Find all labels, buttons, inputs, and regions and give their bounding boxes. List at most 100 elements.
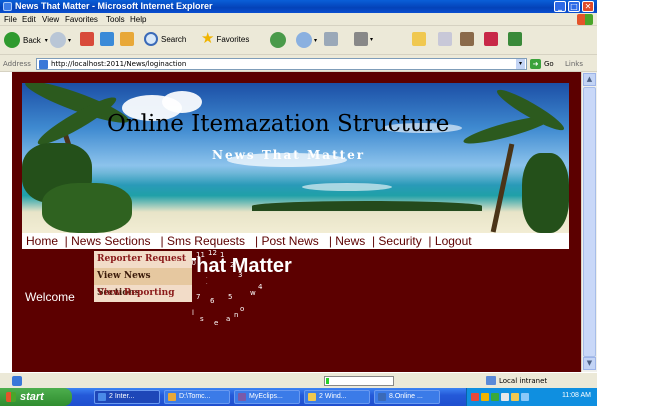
toolbar-addon-button[interactable] bbox=[484, 32, 498, 46]
edit-icon bbox=[354, 32, 368, 46]
site-subtitle: News That Matter bbox=[212, 148, 366, 162]
task-tomcat[interactable]: D:\Tomc... bbox=[164, 390, 230, 404]
clock-digit: 6 bbox=[210, 297, 215, 305]
site-title: Online Itemazation Structure bbox=[107, 111, 450, 137]
nav-news-sections[interactable]: News Sections bbox=[71, 234, 150, 248]
chevron-down-icon: ▾ bbox=[370, 36, 374, 43]
tray-icon[interactable] bbox=[521, 393, 529, 401]
menu-favorites[interactable]: Favorites bbox=[65, 15, 98, 24]
print-button[interactable] bbox=[324, 32, 338, 46]
title-bar[interactable]: News That Matter - Microsoft Internet Ex… bbox=[0, 0, 597, 13]
addon-icon bbox=[484, 32, 498, 46]
task-label: 2 Inter... bbox=[109, 393, 135, 400]
links-button[interactable]: Links bbox=[565, 60, 583, 68]
clock-digit: 7 bbox=[196, 293, 201, 301]
toolbar-extra-button[interactable] bbox=[508, 32, 522, 46]
edit-button[interactable]: ▾ bbox=[354, 32, 373, 46]
nav-sms-requests[interactable]: Sms Requests bbox=[167, 234, 245, 248]
favorites-button[interactable]: ★ Favorites bbox=[201, 30, 249, 47]
history-button[interactable] bbox=[270, 32, 286, 48]
close-button[interactable]: ✕ bbox=[582, 1, 594, 12]
news-sections-dropdown: Reporter Request View News Sections View… bbox=[94, 251, 192, 302]
menu-file[interactable]: File bbox=[4, 15, 17, 24]
tray-icon[interactable] bbox=[491, 393, 499, 401]
task-windows[interactable]: 2 Wind... bbox=[304, 390, 370, 404]
mail-button[interactable]: ▾ bbox=[296, 32, 317, 48]
clock-center: · · · · bbox=[206, 263, 208, 287]
nav-news[interactable]: News bbox=[335, 234, 365, 248]
mail-icon bbox=[296, 32, 312, 48]
chevron-down-icon: ▾ bbox=[68, 37, 72, 44]
refresh-button[interactable] bbox=[100, 32, 114, 46]
task-myeclipse[interactable]: MyEclips... bbox=[234, 390, 300, 404]
minimize-button[interactable]: _ bbox=[554, 1, 566, 12]
dropdown-item-reporter-request[interactable]: Reporter Request bbox=[94, 251, 192, 268]
ie-app-icon bbox=[3, 2, 12, 11]
clock-digit: w bbox=[250, 289, 256, 297]
scroll-up-icon[interactable]: ▲ bbox=[583, 73, 596, 86]
taskbar-clock: 11:08 AM bbox=[561, 392, 591, 399]
nav-separator: | bbox=[150, 234, 167, 248]
forward-button[interactable]: ▾ bbox=[50, 32, 71, 48]
go-arrow-icon[interactable]: ➜ bbox=[530, 59, 541, 69]
start-button[interactable]: start bbox=[0, 388, 72, 406]
main-nav: Home | News Sections | Sms Requests | Po… bbox=[22, 233, 569, 249]
folder-icon bbox=[412, 32, 426, 46]
research-button[interactable] bbox=[438, 32, 452, 46]
clock-digit: 11 bbox=[196, 251, 205, 259]
search-button[interactable]: Search bbox=[144, 32, 186, 46]
palm-frond bbox=[522, 153, 569, 233]
menu-help[interactable]: Help bbox=[130, 15, 146, 24]
url-input[interactable]: http://localhost:2011/News/loginaction ▾ bbox=[36, 58, 527, 70]
nav-home[interactable]: Home bbox=[26, 234, 58, 248]
star-icon: ★ bbox=[201, 30, 215, 47]
menu-view[interactable]: View bbox=[42, 15, 59, 24]
task-label: D:\Tomc... bbox=[179, 393, 211, 400]
page-icon bbox=[39, 60, 48, 69]
nav-logout[interactable]: Logout bbox=[435, 234, 472, 248]
history-icon bbox=[270, 32, 286, 48]
task-label: MyEclips... bbox=[249, 393, 283, 400]
messenger-button[interactable] bbox=[460, 32, 474, 46]
address-label: Address bbox=[3, 60, 31, 68]
banner-image: Online Itemazation Structure News That M… bbox=[22, 83, 569, 233]
cloud-shape bbox=[302, 183, 392, 191]
nav-security[interactable]: Security bbox=[378, 234, 421, 248]
progress-bar bbox=[324, 376, 394, 386]
back-label: Back bbox=[23, 35, 41, 45]
task-online[interactable]: 8.Online ... bbox=[374, 390, 440, 404]
cloud-shape bbox=[162, 91, 202, 113]
back-arrow-icon bbox=[4, 32, 20, 48]
tray-icon[interactable] bbox=[471, 393, 479, 401]
home-icon bbox=[120, 32, 134, 46]
nav-separator: | bbox=[318, 234, 336, 248]
page-background: Online Itemazation Structure News That M… bbox=[12, 72, 581, 372]
maximize-button[interactable]: □ bbox=[568, 1, 580, 12]
vertical-scrollbar[interactable]: ▲ ▼ bbox=[581, 72, 597, 372]
scroll-thumb[interactable] bbox=[583, 87, 596, 357]
scroll-down-icon[interactable]: ▼ bbox=[583, 357, 596, 370]
back-button[interactable]: Back ▾ bbox=[4, 32, 48, 48]
folder-button[interactable] bbox=[412, 32, 426, 46]
menu-tools[interactable]: Tools bbox=[106, 15, 125, 24]
go-button[interactable]: Go bbox=[544, 60, 554, 68]
page-viewport: Online Itemazation Structure News That M… bbox=[0, 72, 597, 372]
nav-post-news[interactable]: Post News bbox=[261, 234, 318, 248]
chevron-down-icon[interactable]: ▾ bbox=[516, 59, 525, 69]
stop-button[interactable] bbox=[80, 32, 94, 46]
dropdown-item-view-reporting[interactable]: View Reporting bbox=[94, 285, 192, 302]
task-internet-explorer[interactable]: 2 Inter... bbox=[94, 390, 160, 404]
home-button[interactable] bbox=[120, 32, 134, 46]
tray-icon[interactable] bbox=[511, 393, 519, 401]
security-zone[interactable]: Local intranet bbox=[486, 376, 547, 385]
print-icon bbox=[324, 32, 338, 46]
clock-digit: a bbox=[226, 315, 231, 323]
window-title: News That Matter - Microsoft Internet Ex… bbox=[15, 1, 213, 11]
refresh-icon bbox=[100, 32, 114, 46]
dropdown-item-view-news-sections[interactable]: View News Sections bbox=[94, 268, 192, 298]
tray-icon[interactable] bbox=[501, 393, 509, 401]
menu-edit[interactable]: Edit bbox=[22, 15, 36, 24]
page-content: Online Itemazation Structure News That M… bbox=[22, 83, 569, 372]
tray-icon[interactable] bbox=[481, 393, 489, 401]
nav-separator: | bbox=[58, 234, 72, 248]
